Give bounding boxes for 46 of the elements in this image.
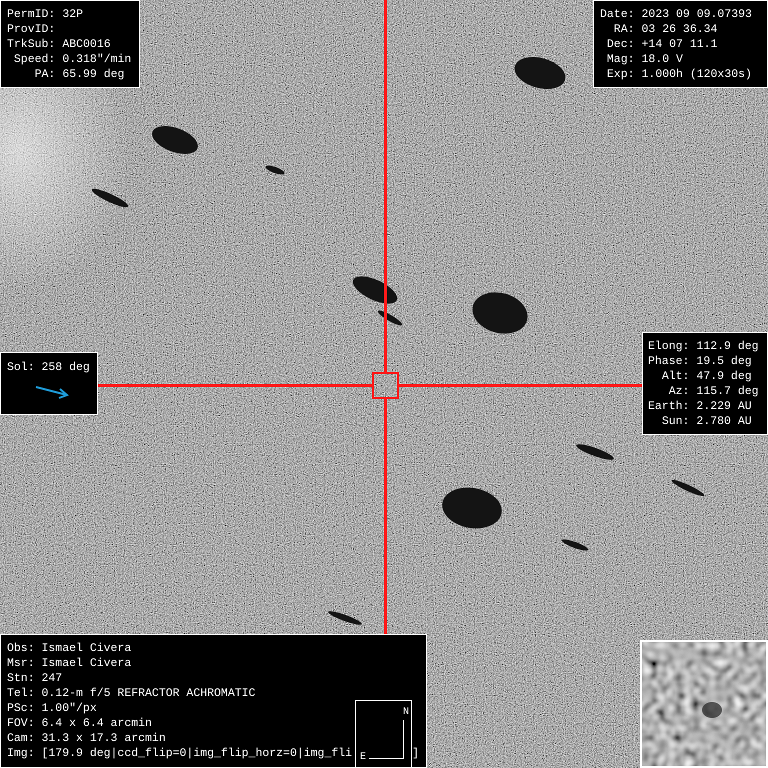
field-label: Date: <box>600 7 635 22</box>
field-label: Phase: <box>648 354 690 369</box>
east-label: E <box>360 752 366 763</box>
field-value: 1.000h (120x30s) <box>642 67 752 82</box>
info-line: FOV: 6.4 x 6.4 arcmin <box>7 716 152 731</box>
field-value: 03 26 36.34 <box>642 22 718 37</box>
field-value: 65.99 deg <box>62 67 126 82</box>
field-label: Sun: <box>660 414 690 429</box>
sun-angle-text: Sol: 258 deg <box>7 360 91 375</box>
field-value: 2.780 AU <box>696 414 753 429</box>
field-value: 47.9 deg <box>696 369 753 384</box>
field-label: Elong: <box>648 339 690 354</box>
info-line: Stn: 247 <box>7 671 62 686</box>
field-label: PA: <box>34 67 56 82</box>
field-label: PermID: <box>7 7 56 22</box>
north-label: N <box>402 707 409 718</box>
field-value: 19.5 deg <box>696 354 753 369</box>
info-line: PSc: 1.00"/px <box>7 701 97 716</box>
field-value: 32P <box>62 7 84 22</box>
info-line: Obs: Ismael Civera <box>7 641 132 656</box>
info-line: Msr: Ismael Civera <box>7 656 132 671</box>
field-value: 2023 09 09.07393 <box>642 7 752 22</box>
field-label: ProvID: <box>7 22 56 37</box>
field-label: Earth: <box>648 399 690 414</box>
field-label: Speed: <box>12 52 56 67</box>
field-label: RA: <box>612 22 635 37</box>
info-line: Img: [179.9 deg|ccd_flip=0|img_flip_horz=0|img_fli <box>7 746 352 761</box>
field-value: 0.318"/min <box>62 52 132 67</box>
field-value: ABC0016 <box>62 37 112 52</box>
field-value: 115.7 deg <box>696 384 759 399</box>
field-label: Dec: <box>606 37 635 52</box>
target-square <box>372 372 399 399</box>
field-value: 18.0 V <box>642 52 684 67</box>
field-value: 112.9 deg <box>696 339 759 354</box>
field-label: Az: <box>668 384 690 399</box>
field-value: +14 07 11.1 <box>642 37 718 52</box>
field-value: 2.229 AU <box>696 399 753 414</box>
info-line: Cam: 31.3 x 17.3 arcmin <box>7 731 166 746</box>
field-label: Alt: <box>660 369 690 384</box>
compass-axes-drawing <box>369 720 404 759</box>
bracket-text: ] <box>412 746 419 761</box>
info-line: Tel: 0.12-m f/5 REFRACTOR ACHROMATIC <box>7 686 256 701</box>
arrow-icon <box>35 385 69 399</box>
field-label: Exp: <box>606 67 635 82</box>
field-label: Mag: <box>606 52 635 67</box>
field-label: TrkSub: <box>7 37 56 52</box>
